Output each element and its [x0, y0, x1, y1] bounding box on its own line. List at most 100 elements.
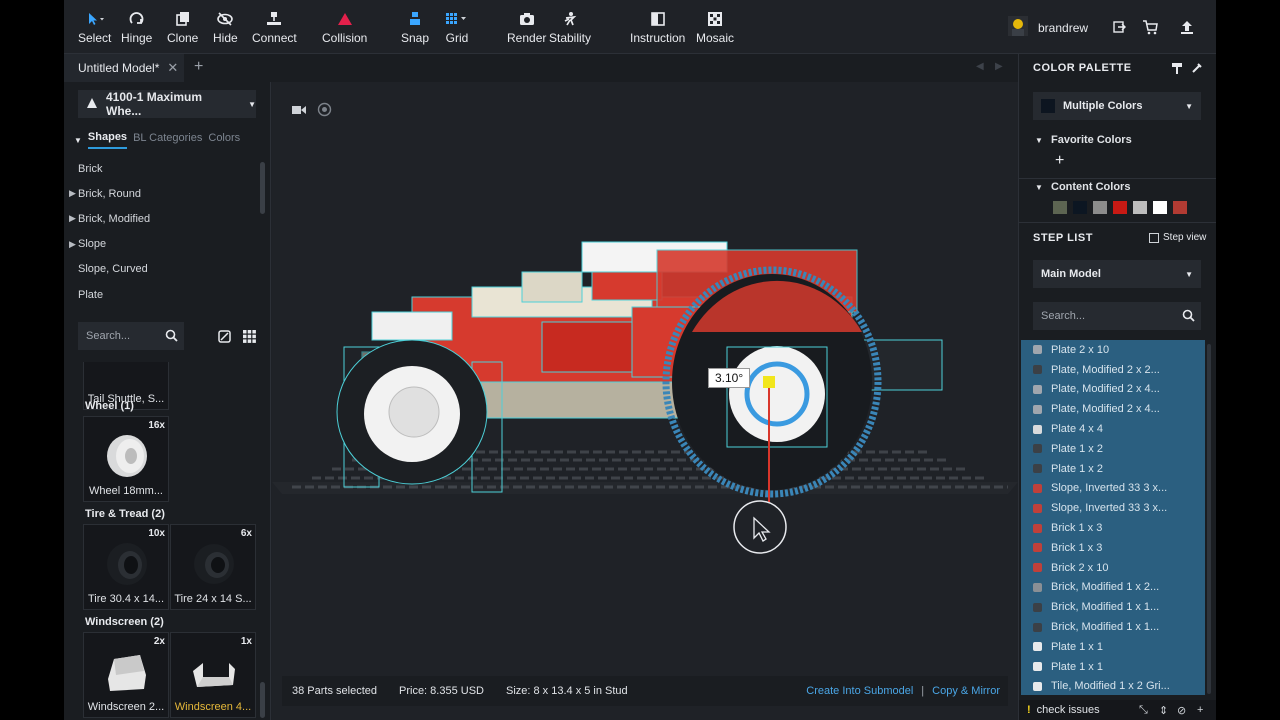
category-item[interactable]: Slope, Curved	[64, 257, 271, 282]
collision-tool-label: Collision	[322, 31, 368, 45]
step-list-item[interactable]: Brick, Modified 1 x 1...	[1021, 597, 1205, 617]
grid-view-icon[interactable]	[243, 330, 256, 346]
chevron-down-icon[interactable]: ▼	[1035, 183, 1043, 192]
model-select-dropdown[interactable]: Main Model ▼	[1033, 260, 1201, 288]
step-list-item[interactable]: Plate, Modified 2 x 2...	[1021, 360, 1205, 380]
cart-icon[interactable]	[1141, 18, 1159, 36]
content-color-swatches	[1053, 201, 1187, 214]
eye-off-icon[interactable]: ⊘	[1177, 704, 1186, 717]
color-select-dropdown[interactable]: Multiple Colors ▼	[1033, 92, 1201, 120]
tab-colors[interactable]: Colors	[208, 132, 240, 148]
step-list-item[interactable]: Plate, Modified 2 x 4...	[1021, 380, 1205, 400]
paint-roller-icon[interactable]	[1171, 62, 1183, 77]
instruction-tool-button[interactable]: Instruction	[630, 9, 685, 49]
step-list-item[interactable]: Plate 4 x 4	[1021, 419, 1205, 439]
chevron-down-icon: ▼	[74, 135, 82, 145]
step-list-scrollbar[interactable]	[1207, 344, 1211, 694]
add-color-icon[interactable]: +	[1055, 152, 1064, 170]
color-swatch[interactable]	[1133, 201, 1147, 214]
search-icon[interactable]	[165, 329, 178, 345]
brick-color-icon	[1033, 424, 1042, 434]
part-card[interactable]: 10x Tire 30.4 x 14...	[83, 524, 169, 610]
category-item[interactable]: ▶ Slope	[64, 232, 271, 257]
filter-icon[interactable]	[218, 330, 231, 346]
category-item[interactable]: ▶ Brick, Modified	[64, 206, 271, 231]
category-scrollbar[interactable]	[260, 162, 265, 214]
check-issues-label[interactable]: check issues	[1037, 704, 1100, 716]
parts-search-input[interactable]: Search...	[78, 322, 184, 350]
snap-tool-label: Snap	[401, 31, 430, 45]
step-list-item[interactable]: Brick 1 x 3	[1021, 538, 1205, 558]
color-swatch[interactable]	[1153, 201, 1167, 214]
select-tool-button[interactable]: Select	[78, 9, 111, 49]
grid-tool-label: Grid	[445, 31, 469, 45]
step-item-label: Brick, Modified 1 x 2...	[1051, 581, 1160, 594]
color-swatch[interactable]	[1113, 201, 1127, 214]
upload-icon[interactable]	[1178, 18, 1196, 36]
category-item[interactable]: ▶ Brick, Round	[64, 181, 271, 206]
add-icon[interactable]: +	[1197, 704, 1203, 716]
close-icon[interactable]: ✕	[167, 60, 178, 76]
parts-scrollbar[interactable]	[260, 682, 265, 718]
set-selector-dropdown[interactable]: 4100-1 Maximum Whe... ▼	[78, 90, 256, 118]
part-card[interactable]: 6x Tire 24 x 14 S...	[170, 524, 256, 610]
part-card[interactable]: 2x Windscreen 2...	[83, 632, 169, 718]
hide-tool-button[interactable]: Hide	[213, 9, 238, 49]
step-list-item[interactable]: Plate 2 x 10	[1021, 340, 1205, 360]
step-list-item[interactable]: Tile, Modified 1 x 2 Gri...	[1021, 677, 1205, 695]
tab-bl-categories[interactable]: BL Categories	[133, 132, 202, 148]
snap-tool-button[interactable]: Snap	[401, 9, 429, 49]
step-search-input[interactable]: Search...	[1033, 302, 1201, 330]
color-swatch[interactable]	[1073, 201, 1087, 214]
step-list-item[interactable]: Brick 2 x 10	[1021, 558, 1205, 578]
connect-tool-button[interactable]: Connect	[252, 9, 297, 49]
clone-tool-button[interactable]: Clone	[167, 9, 198, 49]
brick-color-icon	[1033, 602, 1042, 612]
3d-viewport[interactable]: 3.10°	[272, 82, 1018, 720]
stability-tool-button[interactable]: Stability	[549, 9, 591, 49]
render-tool-button[interactable]: Render	[507, 9, 546, 49]
create-submodel-link[interactable]: Create Into Submodel	[806, 685, 913, 697]
mosaic-tool-button[interactable]: Mosaic	[696, 9, 734, 49]
eyedropper-icon[interactable]	[1191, 62, 1203, 77]
step-list-item[interactable]: Plate 1 x 1	[1021, 637, 1205, 657]
step-list-item[interactable]: Slope, Inverted 33 3 x...	[1021, 498, 1205, 518]
part-card[interactable]: 1x Windscreen 4...	[170, 632, 256, 718]
color-swatch[interactable]	[1053, 201, 1067, 214]
color-swatch[interactable]	[1173, 201, 1187, 214]
collapse-icon[interactable]: ⤡	[1139, 704, 1148, 717]
part-count: 6x	[240, 528, 252, 539]
collision-tool-button[interactable]: Collision	[322, 9, 367, 49]
category-item[interactable]: Plate	[64, 282, 271, 307]
checkbox[interactable]	[1149, 232, 1159, 243]
color-swatch[interactable]	[1093, 201, 1107, 214]
windscreen-image	[104, 649, 150, 695]
sort-icon[interactable]: ⇕	[1159, 704, 1168, 717]
step-view-toggle[interactable]: Step view	[1149, 232, 1206, 243]
part-name: Wheel 18mm...	[89, 485, 163, 497]
user-menu[interactable]: brandrew	[1008, 16, 1088, 39]
step-list-item[interactable]: Slope, Inverted 33 3 x...	[1021, 479, 1205, 499]
tab-untitled-model[interactable]: Untitled Model* ✕	[64, 54, 184, 82]
chevron-left-icon[interactable]: ◀	[976, 61, 984, 72]
tab-shapes[interactable]: Shapes	[87, 131, 128, 149]
copy-mirror-link[interactable]: Copy & Mirror	[932, 685, 1000, 697]
step-list-item[interactable]: Brick, Modified 1 x 1...	[1021, 617, 1205, 637]
eye-off-icon	[216, 9, 234, 29]
exit-icon[interactable]	[1110, 18, 1128, 36]
grid-tool-button[interactable]: Grid	[445, 9, 469, 49]
category-item[interactable]: Brick	[64, 156, 271, 181]
group-heading: Wheel (1)	[85, 400, 134, 412]
chevron-down-icon[interactable]: ▼	[1035, 136, 1043, 145]
step-list-item[interactable]: Plate 1 x 2	[1021, 439, 1205, 459]
step-list-item[interactable]: Brick, Modified 1 x 2...	[1021, 578, 1205, 598]
chevron-right-icon[interactable]: ▶	[995, 61, 1003, 72]
add-tab-icon[interactable]: +	[194, 58, 203, 76]
search-icon[interactable]	[1182, 309, 1195, 325]
part-card[interactable]: 16x Wheel 18mm...	[83, 416, 169, 502]
hinge-tool-button[interactable]: Hinge	[121, 9, 152, 49]
step-list-item[interactable]: Plate, Modified 2 x 4...	[1021, 399, 1205, 419]
step-list-item[interactable]: Brick 1 x 3	[1021, 518, 1205, 538]
step-list-item[interactable]: Plate 1 x 2	[1021, 459, 1205, 479]
step-list-item[interactable]: Plate 1 x 1	[1021, 657, 1205, 677]
